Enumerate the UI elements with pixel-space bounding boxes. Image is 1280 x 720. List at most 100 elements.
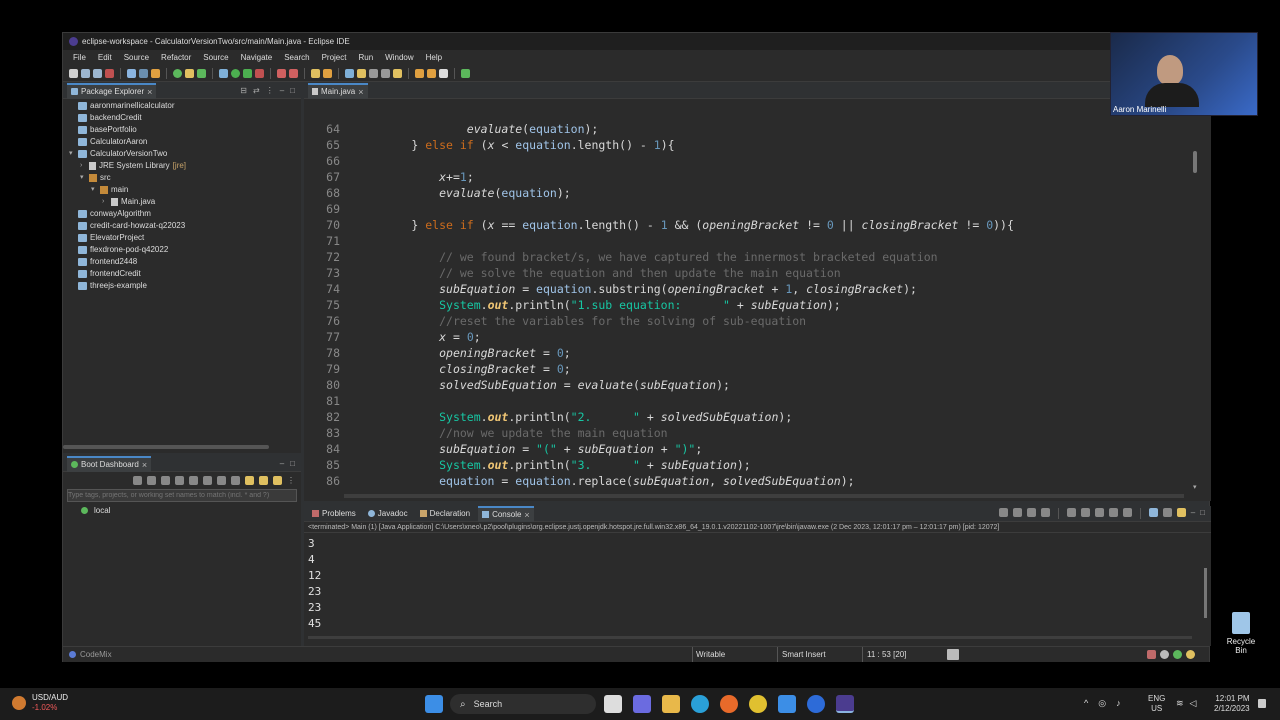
eclipse-taskbar-icon[interactable] [836,695,854,713]
tree-toggle-icon[interactable]: ▾ [69,148,75,160]
terminal-icon[interactable] [127,68,136,78]
show-properties-icon[interactable] [231,475,240,485]
notepad-icon[interactable] [778,695,796,713]
code-line[interactable]: 86 equation = equation.replace(subEquati… [304,473,1184,489]
network-icon[interactable]: ◎ [1098,698,1106,709]
check-icon[interactable] [1173,650,1182,659]
minimize-icon[interactable]: – [1191,508,1195,519]
start-icon[interactable] [425,695,443,713]
edge-icon[interactable] [691,695,709,713]
tree-item[interactable]: backendCredit [69,112,301,124]
block-selection-icon[interactable] [369,68,378,78]
annotation-icon[interactable] [357,68,366,78]
tab-problems[interactable]: Problems [308,506,360,522]
boot-filter-input[interactable] [67,489,297,502]
code-line[interactable]: 69 [304,201,1184,217]
code-line[interactable]: 74 subEquation = equation.substring(open… [304,281,1184,297]
code-line[interactable]: 64 evaluate(equation); [304,121,1184,137]
code-line[interactable]: 68 evaluate(equation); [304,185,1184,201]
maximize-icon[interactable]: □ [290,459,295,468]
open-console-icon[interactable] [175,475,184,485]
coverage-icon[interactable] [243,68,252,78]
chevron-up-icon[interactable]: ^ [1084,698,1088,709]
menu-window[interactable]: Window [379,50,419,65]
console-horizontal-scrollbar[interactable] [308,636,1192,639]
insert-mode-status[interactable]: Smart Insert [777,647,826,662]
code-line[interactable]: 76 //reset the variables for the solving… [304,313,1184,329]
editor-horizontal-scrollbar[interactable] [344,494,1184,498]
clock[interactable]: 12:01 PM 2/12/2023 [1214,694,1250,714]
code-line[interactable]: 80 solvedSubEquation = evaluate(subEquat… [304,377,1184,393]
save-all-icon[interactable] [93,68,102,78]
debug-view-icon[interactable] [139,68,148,78]
tab-main-java[interactable]: Main.java × [308,82,368,99]
tree-item[interactable]: basePortfolio [69,124,301,136]
tree-item[interactable]: ▾ main [69,184,301,196]
add-icon[interactable] [273,475,282,485]
menu-source-2[interactable]: Source [197,50,234,65]
back-icon[interactable] [427,68,436,78]
language-indicator[interactable]: ENG US [1148,694,1165,714]
progress-icon[interactable] [947,649,959,660]
code-editor[interactable]: 64 evaluate(equation); 65 } else if (x < … [304,99,1184,489]
code-line[interactable]: 84 subEquation = "(" + subEquation + ")"… [304,441,1184,457]
recycle-bin[interactable]: Recycle Bin [1220,612,1262,655]
menu-file[interactable]: File [67,50,92,65]
task-view-icon[interactable] [604,695,622,713]
code-line[interactable]: 71 [304,233,1184,249]
code-line[interactable]: 78 openingBracket = 0; [304,345,1184,361]
horizontal-scrollbar[interactable] [63,445,269,449]
tab-boot-dashboard[interactable]: Boot Dashboard × [67,455,152,472]
skip-breakpoints-icon[interactable] [105,68,114,78]
tree-toggle-icon[interactable]: › [102,196,108,208]
cursor-position[interactable]: 11 : 53 [20] [862,647,906,662]
tip-icon[interactable] [1186,650,1195,659]
console-scrollbar[interactable] [1204,568,1207,618]
menu-search[interactable]: Search [278,50,315,65]
last-edit-icon[interactable] [415,68,424,78]
menu-refactor[interactable]: Refactor [155,50,197,65]
tree-item[interactable]: › Main.java [69,196,301,208]
code-line[interactable]: 77 x = 0; [304,329,1184,345]
menu-edit[interactable]: Edit [92,50,118,65]
link-editor-icon[interactable]: ⇄ [253,86,260,95]
close-icon[interactable]: × [358,87,363,97]
display-console-icon[interactable] [1162,508,1172,517]
close-icon[interactable]: × [524,510,529,520]
menu-run[interactable]: Run [352,50,379,65]
edit-icon[interactable] [217,475,226,485]
tree-toggle-icon[interactable]: ▾ [80,172,86,184]
tree-item[interactable]: ▾ src [69,172,301,184]
debug-icon[interactable] [147,475,156,485]
view-menu-icon[interactable]: ⋮ [287,476,295,485]
tree-item[interactable]: conwayAlgorithm [69,208,301,220]
close-icon[interactable]: × [142,460,147,470]
code-line[interactable]: 85 System.out.println("3. " + subEquatio… [304,457,1184,473]
pin-icon[interactable] [998,508,1008,517]
refresh-icon[interactable] [189,475,198,485]
menu-navigate[interactable]: Navigate [235,50,279,65]
forward-icon[interactable] [439,68,448,78]
new-project-icon[interactable] [185,68,194,78]
tree-item[interactable]: › JRE System Library [jre] [69,160,301,172]
code-line[interactable]: 82 System.out.println("2. " + solvedSubE… [304,409,1184,425]
firefox-icon[interactable] [720,695,738,713]
code-line[interactable]: 81 [304,393,1184,409]
tab-javadoc[interactable]: Javadoc [364,506,412,522]
notifications-icon[interactable] [1258,699,1266,708]
tree-item[interactable]: threejs-example [69,280,301,292]
tree-item[interactable]: flexdrone-pod-q42022 [69,244,301,256]
show-on-error-icon[interactable] [1122,508,1132,517]
whitespace-icon[interactable] [381,68,390,78]
external-tools-icon[interactable] [255,68,264,78]
code-line[interactable]: 83 //now we update the main equation [304,425,1184,441]
code-line[interactable]: 66 [304,153,1184,169]
tree-item[interactable]: CalculatorAaron [69,136,301,148]
open-console-icon[interactable] [1148,508,1158,517]
scroll-lock-icon[interactable] [1080,508,1090,517]
tree-item[interactable]: frontend2448 [69,256,301,268]
tree-toggle-icon[interactable]: › [80,160,86,172]
debug-icon[interactable] [173,68,182,78]
github-icon[interactable] [1160,650,1169,659]
close-icon[interactable]: × [147,87,152,97]
